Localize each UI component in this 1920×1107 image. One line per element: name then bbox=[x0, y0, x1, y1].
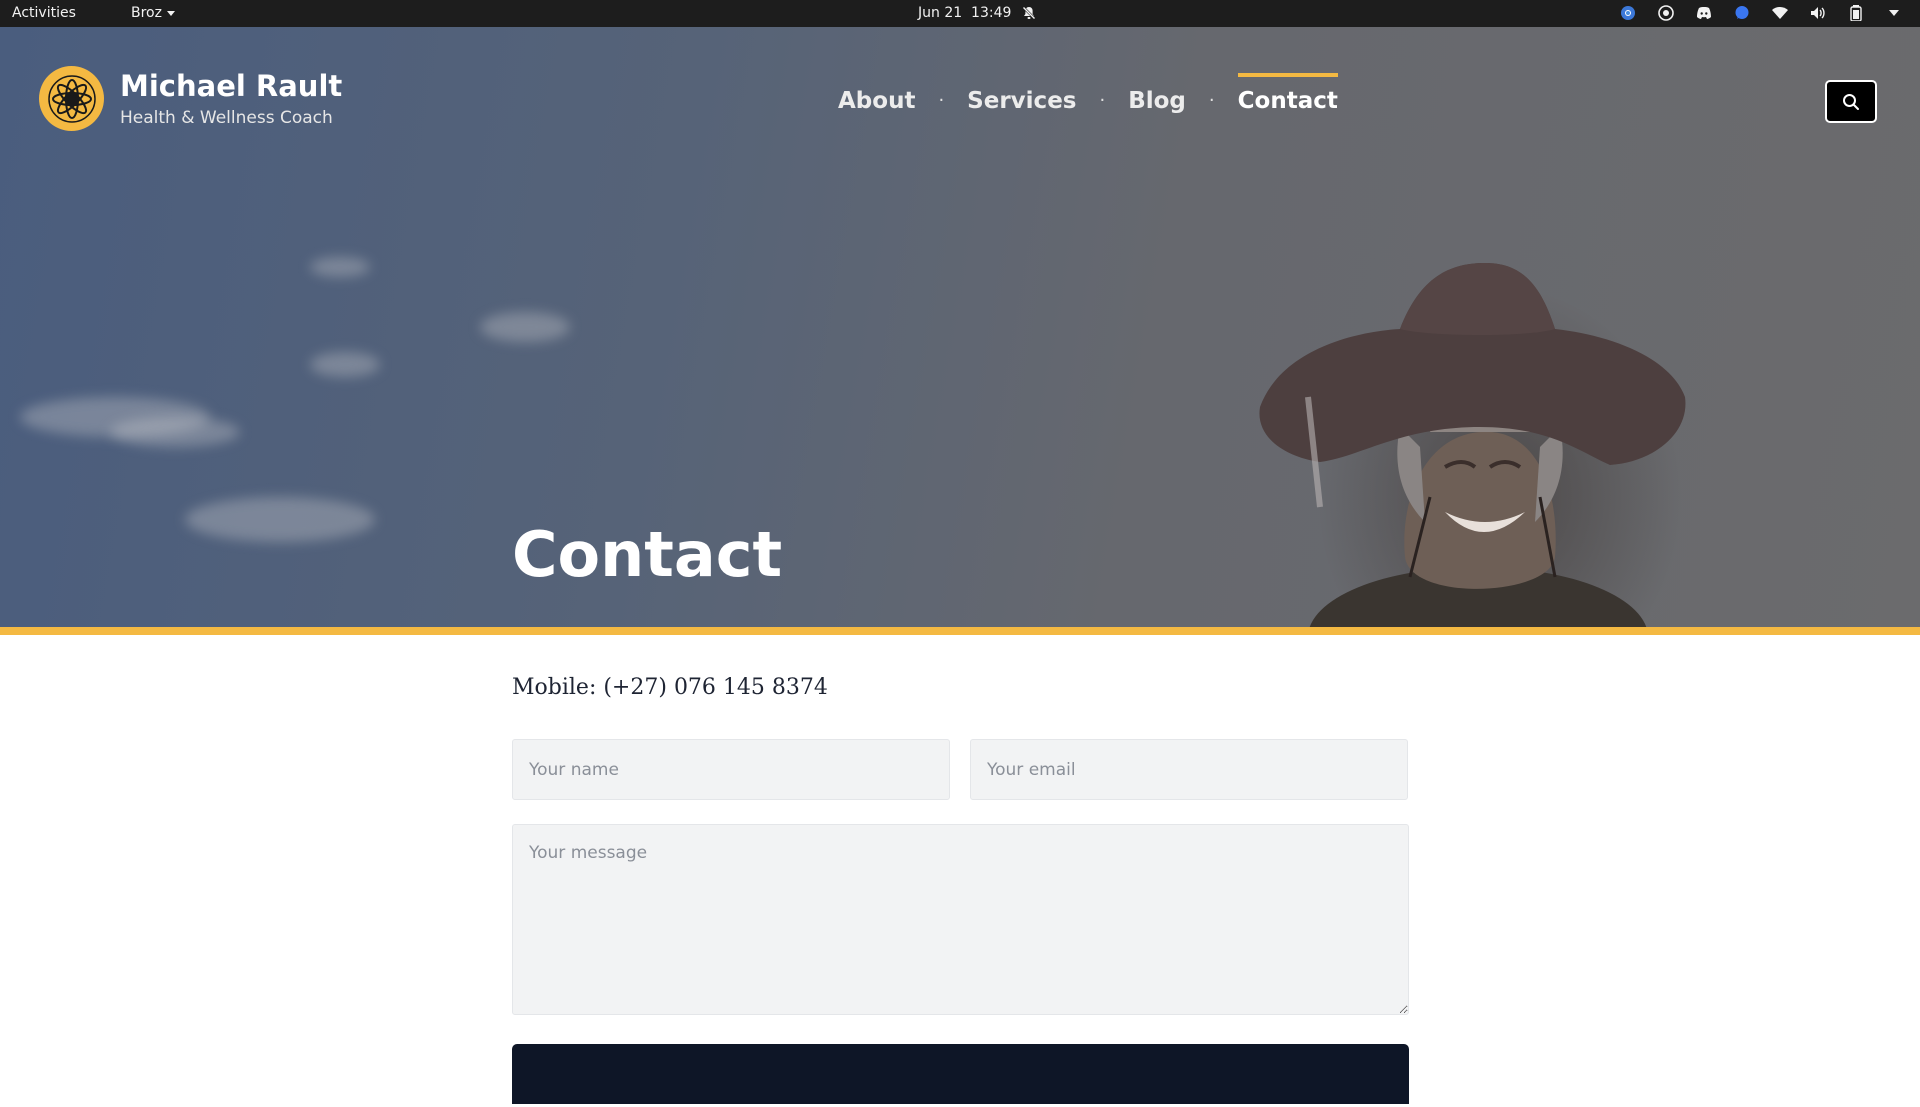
cloud-shape bbox=[480, 312, 570, 342]
name-input[interactable] bbox=[512, 739, 950, 800]
message-textarea[interactable] bbox=[512, 824, 1409, 1015]
coach-portrait-image bbox=[1259, 263, 1686, 627]
chevron-down-icon bbox=[166, 10, 175, 16]
cloud-shape bbox=[110, 417, 240, 447]
nav-item-services[interactable]: Services bbox=[967, 79, 1076, 123]
app-menu[interactable]: Broz bbox=[131, 5, 175, 21]
hero-banner: Michael Rault Health & Wellness Coach Ab… bbox=[0, 27, 1920, 627]
send-message-button[interactable] bbox=[512, 1044, 1409, 1104]
site-tagline: Health & Wellness Coach bbox=[120, 108, 333, 128]
site-title[interactable]: Michael Rault bbox=[120, 68, 342, 104]
cloud-shape bbox=[310, 352, 380, 377]
clock[interactable]: Jun 21 13:49 bbox=[918, 5, 1037, 21]
notifications-muted-icon bbox=[1021, 5, 1037, 21]
cloud-shape bbox=[185, 497, 375, 542]
nav-item-about[interactable]: About bbox=[838, 79, 915, 123]
obs-icon[interactable] bbox=[1658, 5, 1674, 21]
app-menu-label: Broz bbox=[131, 5, 162, 21]
contact-content: Mobile: (+27) 076 145 8374 bbox=[512, 635, 1409, 1107]
system-tray bbox=[1620, 5, 1902, 21]
nav-separator: · bbox=[1099, 90, 1106, 111]
contact-form bbox=[512, 739, 1409, 1107]
cloud-shape bbox=[310, 257, 370, 277]
chrome-icon[interactable] bbox=[1620, 5, 1636, 21]
nav-item-contact[interactable]: Contact bbox=[1237, 73, 1339, 123]
nav-separator: · bbox=[1208, 90, 1215, 111]
volume-icon[interactable] bbox=[1810, 5, 1826, 21]
accent-divider bbox=[0, 627, 1920, 635]
main-navigation: About · Services · Blog · Contact bbox=[838, 73, 1339, 123]
activities-button[interactable]: Activities bbox=[12, 5, 76, 21]
lotus-logo-icon[interactable] bbox=[39, 66, 104, 131]
clock-time: 13:49 bbox=[971, 5, 1012, 21]
nav-separator: · bbox=[938, 90, 945, 111]
system-menu-icon[interactable] bbox=[1886, 5, 1902, 21]
page-title: Contact bbox=[512, 518, 783, 591]
search-icon bbox=[1843, 93, 1859, 110]
search-button[interactable] bbox=[1825, 80, 1877, 123]
email-input[interactable] bbox=[970, 739, 1408, 800]
battery-icon[interactable] bbox=[1848, 5, 1864, 21]
signal-icon[interactable] bbox=[1734, 5, 1750, 21]
wifi-icon[interactable] bbox=[1772, 5, 1788, 21]
site-branding[interactable]: Michael Rault Health & Wellness Coach bbox=[39, 66, 342, 131]
discord-icon[interactable] bbox=[1696, 5, 1712, 21]
nav-item-blog[interactable]: Blog bbox=[1128, 79, 1186, 123]
clock-date: Jun 21 bbox=[918, 5, 963, 21]
mobile-number-text: Mobile: (+27) 076 145 8374 bbox=[512, 675, 828, 700]
system-top-bar: Activities Broz Jun 21 13:49 bbox=[0, 0, 1920, 27]
